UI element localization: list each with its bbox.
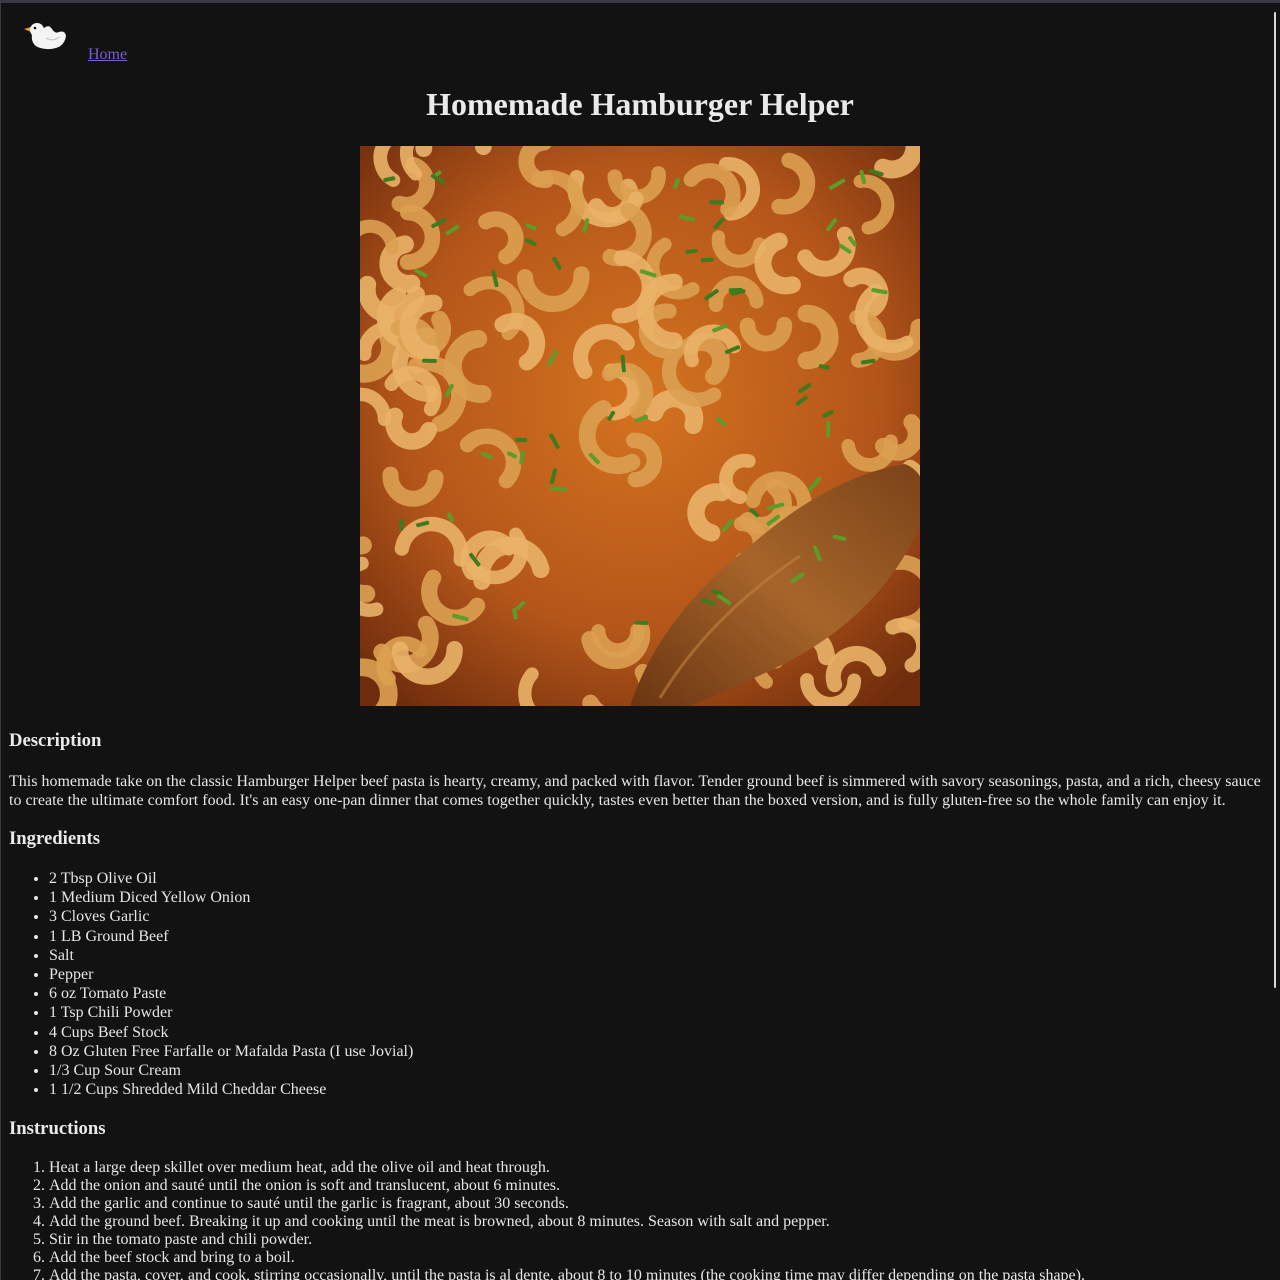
instruction-step: Add the ground beef. Breaking it up and … xyxy=(49,1213,1265,1231)
duck-logo-icon[interactable] xyxy=(22,18,68,52)
ingredients-list: 2 Tbsp Olive Oil 1 Medium Diced Yellow O… xyxy=(9,869,1265,1099)
window-left-border xyxy=(0,0,1,1280)
instructions-list: Heat a large deep skillet over medium he… xyxy=(9,1159,1265,1280)
ingredient-item: 6 oz Tomato Paste xyxy=(49,984,1265,1003)
ingredient-item: 8 Oz Gluten Free Farfalle or Mafalda Pas… xyxy=(49,1042,1265,1061)
description-text: This homemade take on the classic Hambur… xyxy=(9,773,1261,809)
ingredient-item: Pepper xyxy=(49,965,1265,984)
instruction-step: Add the beef stock and bring to a boil. xyxy=(49,1249,1265,1267)
ingredient-item: 1 LB Ground Beef xyxy=(49,927,1265,946)
home-link[interactable]: Home xyxy=(88,46,127,64)
instructions-heading: Instructions xyxy=(9,1118,106,1140)
ingredient-item: 3 Cloves Garlic xyxy=(49,907,1265,926)
ingredient-item: 1/3 Cup Sour Cream xyxy=(49,1061,1265,1080)
ingredient-item: 4 Cups Beef Stock xyxy=(49,1023,1265,1042)
ingredient-item: 1 Tsp Chili Powder xyxy=(49,1003,1265,1022)
ingredients-heading: Ingredients xyxy=(9,828,101,849)
ingredient-item: 2 Tbsp Olive Oil xyxy=(49,869,1265,888)
recipe-content: Description This homemade take on the cl… xyxy=(9,726,1265,1280)
instruction-step: Add the pasta, cover, and cook, stirring… xyxy=(49,1267,1265,1280)
ingredient-item: 1 Medium Diced Yellow Onion xyxy=(49,888,1265,907)
instruction-step: Add the garlic and continue to sauté unt… xyxy=(49,1195,1265,1213)
vertical-scrollbar[interactable] xyxy=(1274,12,1276,988)
ingredient-item: Salt xyxy=(49,946,1265,965)
description-heading: Description xyxy=(9,730,102,751)
page-title: Homemade Hamburger Helper xyxy=(426,86,854,122)
ingredient-item: 1 1/2 Cups Shredded Mild Cheddar Cheese xyxy=(49,1080,1265,1099)
instruction-step: Heat a large deep skillet over medium he… xyxy=(49,1159,1265,1177)
instruction-step: Add the onion and sauté until the onion … xyxy=(49,1177,1265,1195)
window-top-border xyxy=(0,0,1280,3)
hamburger-helper-photo xyxy=(360,146,920,706)
instruction-step: Stir in the tomato paste and chili powde… xyxy=(49,1231,1265,1249)
